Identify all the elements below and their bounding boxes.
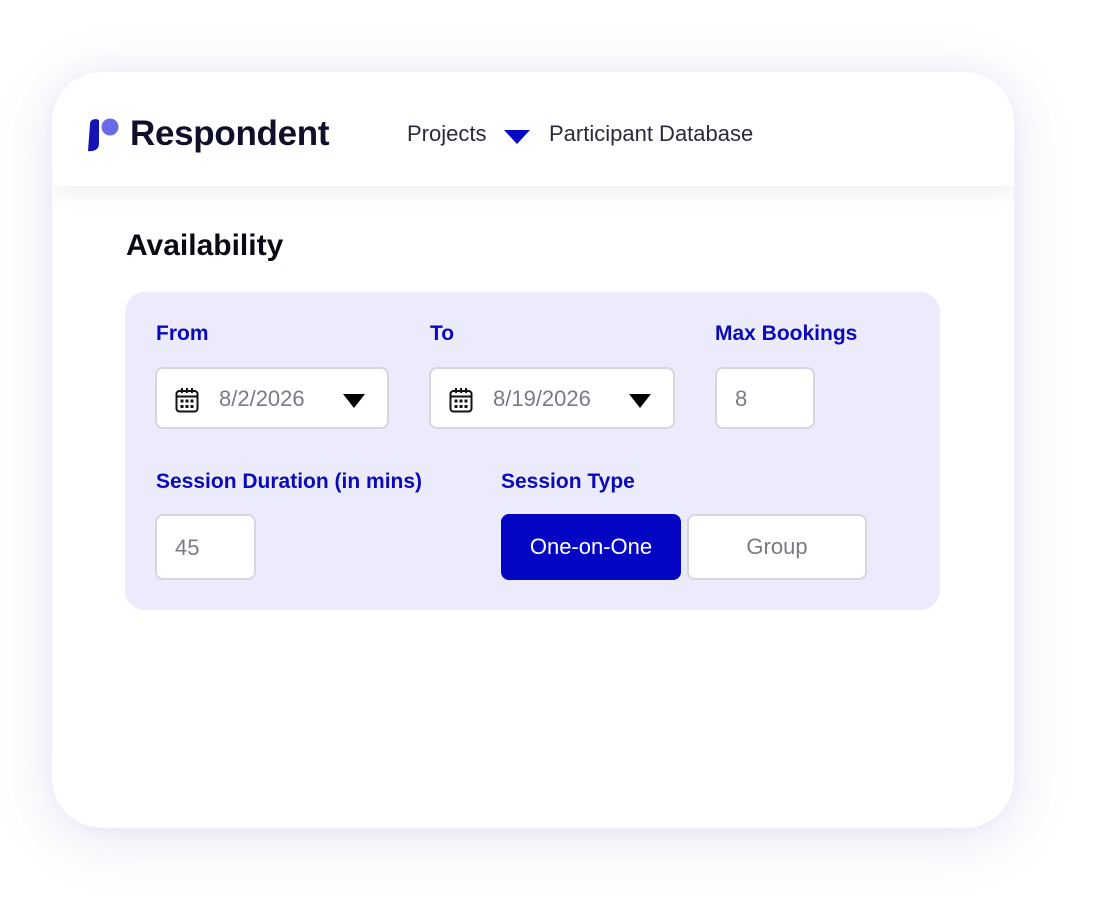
session-type-label: Session Type <box>501 470 635 493</box>
session-duration-input[interactable]: 45 <box>155 514 256 580</box>
nav-participant-database[interactable]: Participant Database <box>549 120 753 148</box>
calendar-icon <box>175 388 199 413</box>
session-duration-label: Session Duration (in mins) <box>156 470 423 493</box>
from-date-picker[interactable]: 8/2/2026 <box>155 367 389 429</box>
from-date-value: 8/2/2026 <box>219 386 305 411</box>
caret-down-icon[interactable] <box>629 394 651 408</box>
page-title: Availability <box>126 229 284 262</box>
caret-down-icon[interactable] <box>504 130 530 144</box>
max-bookings-input[interactable]: 8 <box>715 367 815 429</box>
from-label: From <box>156 322 209 345</box>
caret-down-icon[interactable] <box>343 394 365 408</box>
nav-projects[interactable]: Projects <box>407 120 486 148</box>
calendar-icon <box>449 388 473 413</box>
to-date-picker[interactable]: 8/19/2026 <box>429 367 675 429</box>
brand-name[interactable]: Respondent <box>130 112 330 156</box>
session-duration-value: 45 <box>175 535 200 560</box>
max-bookings-label: Max Bookings <box>715 322 858 345</box>
app-window: Respondent Projects Participant Database… <box>52 72 1014 828</box>
availability-panel: From 8/2/2026 To 8/19/2026 Max Bookings … <box>125 292 940 610</box>
max-bookings-value: 8 <box>735 386 748 411</box>
respondent-logo-icon[interactable] <box>86 118 120 152</box>
session-type-one-on-one-button[interactable]: One-on-One <box>501 514 681 580</box>
session-type-group-button[interactable]: Group <box>687 514 867 580</box>
to-date-value: 8/19/2026 <box>493 386 591 411</box>
to-label: To <box>430 322 455 345</box>
top-navigation-bar: Respondent Projects Participant Database <box>52 72 1014 186</box>
